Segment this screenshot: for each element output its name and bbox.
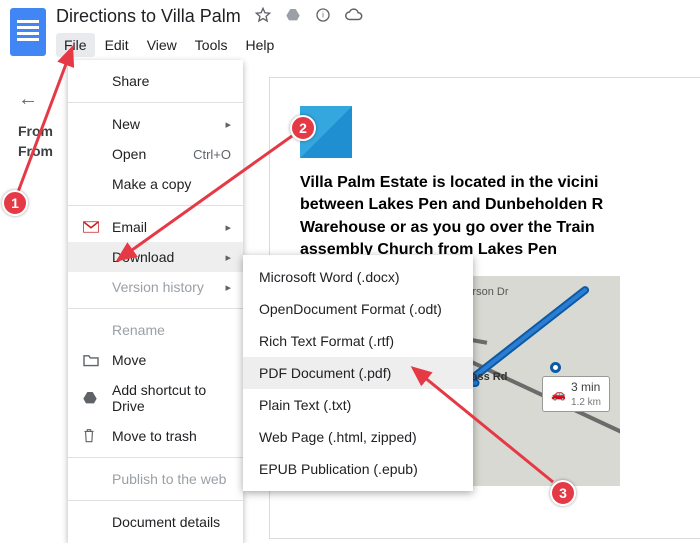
menuitem-label: Publish to the web [112, 471, 231, 487]
document-paragraph: Villa Palm Estate is located in the vici… [300, 172, 700, 262]
menuitem-document-details[interactable]: Document details [68, 507, 243, 537]
menuitem-share[interactable]: Share [68, 66, 243, 96]
menuitem-add-shortcut[interactable]: Add shortcut to Drive [68, 375, 243, 421]
menuitem-label: Move to trash [112, 428, 231, 444]
menu-separator [68, 102, 243, 103]
folder-move-icon [82, 353, 102, 367]
drive-shortcut-icon [82, 390, 102, 406]
svg-text:i: i [322, 11, 324, 20]
annotation-badge-3: 3 [550, 480, 576, 506]
menu-view[interactable]: View [139, 33, 185, 57]
gmail-icon [82, 220, 102, 234]
submenu-rtf[interactable]: Rich Text Format (.rtf) [243, 325, 473, 357]
menuitem-label: Document details [112, 514, 231, 530]
annotation-arrow-2 [110, 130, 300, 270]
menu-bar: File Edit View Tools Help [56, 33, 363, 57]
star-icon[interactable] [255, 7, 271, 26]
menu-separator [68, 500, 243, 501]
menu-edit[interactable]: Edit [97, 33, 137, 57]
trash-icon [82, 428, 102, 444]
menu-help[interactable]: Help [237, 33, 282, 57]
chevron-right-icon: ▸ [225, 118, 231, 131]
menu-separator [68, 308, 243, 309]
menuitem-label: Share [112, 73, 231, 89]
chevron-right-icon: ▸ [225, 281, 231, 294]
drive-icon[interactable] [285, 7, 301, 26]
menu-separator [68, 457, 243, 458]
menuitem-rename[interactable]: Rename [68, 315, 243, 345]
menuitem-move[interactable]: Move [68, 345, 243, 375]
menuitem-label: Add shortcut to Drive [112, 382, 231, 414]
annotation-badge-2: 2 [290, 115, 316, 141]
route-distance: 1.2 km [571, 397, 601, 408]
route-time: 3 min [571, 380, 600, 394]
annotation-badge-1: 1 [2, 190, 28, 216]
app-header: Directions to Villa Palm i File Edit Vie… [0, 0, 700, 60]
document-title[interactable]: Directions to Villa Palm [56, 6, 241, 27]
menuitem-label: Move [112, 352, 231, 368]
annotation-arrow-3 [405, 360, 565, 490]
menuitem-label: Rename [112, 322, 231, 338]
menuitem-version-history[interactable]: Version history ▸ [68, 272, 243, 302]
annotation-arrow-1 [10, 40, 90, 200]
cloud-saved-icon[interactable] [345, 6, 363, 27]
menuitem-label: Version history [112, 279, 225, 295]
info-icon[interactable]: i [315, 7, 331, 26]
menuitem-publish[interactable]: Publish to the web [68, 464, 243, 494]
submenu-odt[interactable]: OpenDocument Format (.odt) [243, 293, 473, 325]
menuitem-move-trash[interactable]: Move to trash [68, 421, 243, 451]
menu-tools[interactable]: Tools [187, 33, 236, 57]
